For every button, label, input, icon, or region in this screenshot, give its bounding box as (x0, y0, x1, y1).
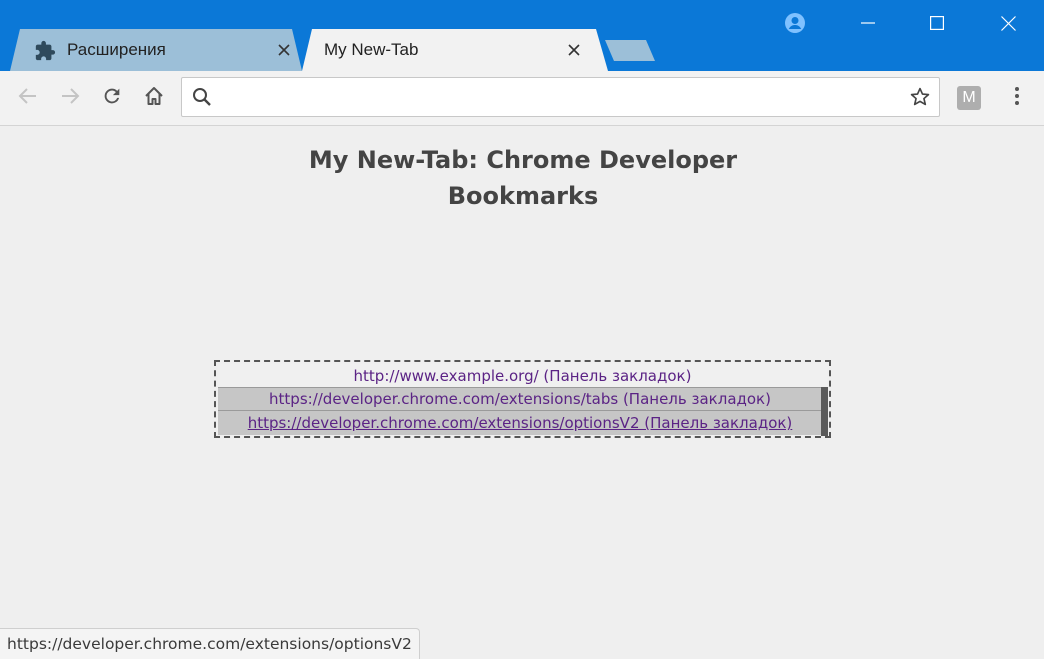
minimize-button[interactable] (845, 4, 891, 42)
title-bar: Расширения My New-Tab (0, 0, 1044, 71)
omnibox-input[interactable] (218, 86, 902, 110)
close-tab-icon[interactable] (275, 29, 293, 71)
kebab-menu-icon (1014, 86, 1020, 110)
tab-title: Расширения (67, 40, 166, 59)
new-tab-button[interactable] (605, 40, 655, 61)
home-button[interactable] (140, 84, 168, 112)
maximize-button[interactable] (914, 4, 960, 42)
list-item: http://www.example.org/ (Панель закладок… (218, 364, 827, 388)
back-arrow-icon (17, 85, 39, 111)
list-item: https://developer.chrome.com/extensions/… (218, 387, 822, 411)
close-window-button[interactable] (985, 4, 1031, 42)
list-scrollbar[interactable] (821, 387, 828, 436)
bookmark-link[interactable]: https://developer.chrome.com/extensions/… (269, 390, 771, 408)
bookmark-list: http://www.example.org/ (Панель закладок… (214, 360, 831, 438)
list-item: https://developer.chrome.com/extensions/… (218, 411, 822, 435)
profile-icon[interactable] (772, 4, 818, 42)
reload-button[interactable] (98, 84, 126, 112)
tab-my-new-tab[interactable]: My New-Tab (302, 29, 608, 71)
forward-arrow-icon (59, 85, 81, 111)
tab-extensions[interactable]: Расширения (10, 29, 302, 71)
puzzle-icon (34, 40, 56, 62)
page-title: My New-Tab: Chrome Developer Bookmarks (308, 146, 738, 210)
forward-button[interactable] (56, 84, 84, 112)
star-icon[interactable] (909, 86, 931, 112)
close-tab-icon[interactable] (565, 29, 583, 71)
reload-icon (101, 85, 123, 111)
menu-button[interactable] (1003, 84, 1031, 112)
bookmark-link[interactable]: https://developer.chrome.com/extensions/… (248, 414, 793, 432)
back-button[interactable] (14, 84, 42, 112)
status-bar: https://developer.chrome.com/extensions/… (0, 628, 420, 659)
bookmark-link[interactable]: http://www.example.org/ (Панель закладок… (354, 367, 692, 385)
extension-icon[interactable]: M (957, 86, 981, 110)
home-icon (143, 85, 165, 111)
tab-title: My New-Tab (324, 40, 419, 59)
address-bar[interactable] (181, 77, 940, 117)
search-icon (192, 87, 212, 111)
browser-toolbar: M (0, 71, 1044, 126)
